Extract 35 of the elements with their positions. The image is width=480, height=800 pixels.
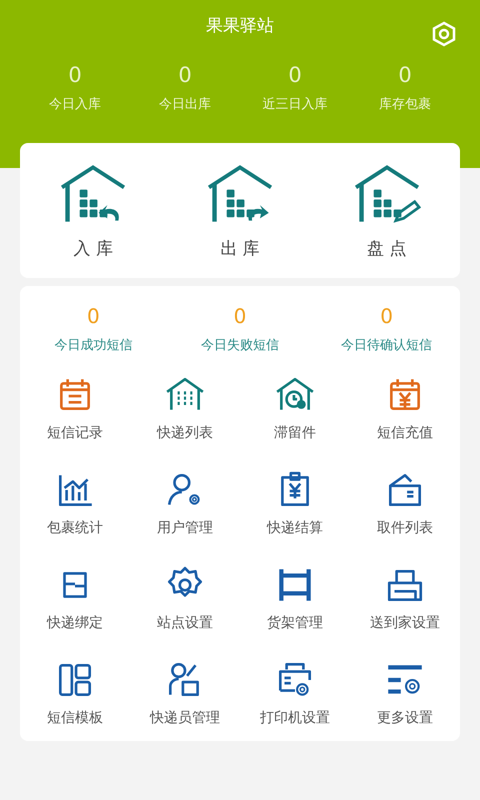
sms-label: 今日成功短信	[54, 337, 132, 354]
menu-item[interactable]: 打印机设置	[240, 659, 350, 727]
stat-value: 0	[398, 63, 412, 87]
action-button[interactable]: 入 库	[20, 163, 167, 260]
action-button[interactable]: 盘 点	[313, 163, 460, 260]
menu-item[interactable]: 快递列表	[130, 374, 240, 442]
stat-value: 0	[288, 63, 302, 87]
sms-count: 0	[86, 304, 100, 328]
menu-item[interactable]: 快递绑定	[20, 564, 130, 632]
menu-item[interactable]: 站点设置	[130, 564, 240, 632]
menu-item[interactable]: 短信充值	[350, 374, 460, 442]
menu-item[interactable]: 用户管理	[130, 469, 240, 537]
stat-label: 今日出库	[159, 96, 211, 113]
menu-item[interactable]: 货架管理	[240, 564, 350, 632]
stat-label: 今日入库	[49, 96, 101, 113]
menu-item[interactable]: 包裹统计	[20, 469, 130, 537]
sms-count: 0	[380, 304, 394, 328]
settings-icon[interactable]	[430, 20, 458, 48]
stat-value: 0	[68, 63, 82, 87]
menu-item[interactable]: 短信记录	[20, 374, 130, 442]
menu-item[interactable]: 短信模板	[20, 659, 130, 727]
menu-item[interactable]: 取件列表	[350, 469, 460, 537]
stat-label: 库存包裹	[379, 96, 431, 113]
sms-label: 今日待确认短信	[341, 337, 432, 354]
menu-item[interactable]: 快递结算	[240, 469, 350, 537]
action-button[interactable]: 出 库	[166, 163, 314, 260]
menu-item[interactable]: 滞留件	[240, 374, 350, 442]
sms-count: 0	[234, 304, 246, 328]
sms-label: 今日失败短信	[200, 337, 279, 354]
stat-value: 0	[178, 63, 192, 87]
menu-item[interactable]: 送到家设置	[350, 564, 460, 632]
stat-label: 近三日入库	[262, 96, 328, 113]
menu-item[interactable]: 快递员管理	[130, 659, 240, 727]
app-title: 果果驿站	[206, 15, 274, 37]
menu-item[interactable]: 更多设置	[350, 659, 460, 727]
